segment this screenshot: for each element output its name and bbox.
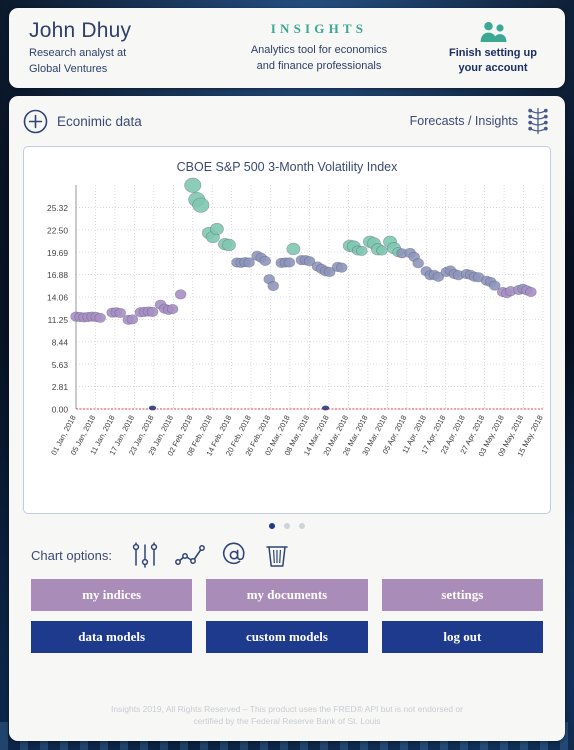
- line-chart-icon[interactable]: [174, 542, 206, 568]
- tagline-line2: and finance professionals: [256, 60, 382, 72]
- data-point: [94, 312, 106, 323]
- data-point: [283, 257, 296, 268]
- plot-svg: 0.00 2.81 5.63 8.44 11.25 14.06 16.88 19.69 22.5…: [47, 177, 545, 458]
- log-out-button[interactable]: log out: [381, 621, 543, 653]
- data-point: [184, 177, 202, 193]
- y-axis-tick-label: 16.88: [47, 270, 68, 280]
- forecasts-insights-button[interactable]: Forecasts / Insights: [410, 106, 551, 136]
- user-role: Research analyst at Global Ventures: [29, 46, 209, 78]
- trash-icon[interactable]: [264, 541, 290, 569]
- y-axis-tick-label: 2.81: [52, 382, 69, 392]
- zero-marker: [148, 405, 157, 411]
- data-point: [376, 245, 388, 256]
- data-point: [259, 255, 271, 266]
- data-point: [114, 307, 127, 319]
- navigation-button-grid: my indices my documents settings data mo…: [9, 569, 565, 653]
- custom-models-button[interactable]: custom models: [206, 621, 368, 653]
- data-point: [356, 245, 368, 257]
- brand-tagline: Analytics tool for economics and finance…: [209, 43, 429, 75]
- finish-setup-text: Finish setting up your account: [429, 46, 557, 75]
- y-axis-tick-label: 22.50: [47, 225, 68, 235]
- y-axis-tick-label: 14.06: [47, 293, 68, 303]
- footer-line2: certified by the Federal Reserve Bank of…: [193, 716, 381, 727]
- user-name: John Dhuy: [29, 18, 132, 42]
- footer-line1: Insights 2019, All Rights Reserved – Thi…: [111, 703, 463, 714]
- sliders-icon[interactable]: [132, 541, 158, 569]
- y-axis-tick-label: 8.44: [52, 337, 69, 347]
- data-point: [209, 222, 224, 236]
- tagline-line1: Analytics tool for economics: [250, 44, 388, 57]
- finish-line1: Finish setting up: [449, 47, 537, 60]
- decision-tree-icon: [528, 108, 548, 134]
- finish-line2: your account: [458, 61, 528, 74]
- users-icon: [480, 22, 507, 43]
- y-axis-tick-label: 5.63: [52, 360, 69, 370]
- settings-button[interactable]: settings: [381, 579, 543, 611]
- y-axis-tick-label: 25.32: [47, 203, 68, 213]
- data-point: [243, 257, 255, 268]
- main-card: Econimic data Forecasts / Insights CBOE …: [9, 96, 565, 741]
- user-info: John Dhuy Research analyst at Global Ven…: [9, 19, 209, 78]
- data-point: [525, 286, 537, 298]
- footer-disclaimer: Insights 2019, All Rights Reserved – Thi…: [9, 703, 565, 742]
- data-models-button[interactable]: data models: [31, 621, 193, 653]
- user-role-line2: Global Ventures: [29, 62, 108, 75]
- my-indices-button[interactable]: my indices: [31, 579, 193, 611]
- data-point: [267, 280, 280, 292]
- chart-toolbar: Econimic data Forecasts / Insights: [9, 96, 565, 146]
- chart-title: CBOE S&P 500 3-Month Volatility Index: [176, 160, 398, 174]
- economic-data-label: Econimic data: [57, 113, 142, 129]
- y-axis-tick-label: 11.25: [48, 315, 69, 325]
- header-card: John Dhuy Research analyst at Global Ven…: [9, 8, 565, 88]
- chart-options-label: Chart options:: [31, 547, 112, 563]
- brand-title: INSIGHTS: [270, 21, 368, 37]
- chart-options-bar: Chart options:: [9, 529, 565, 569]
- chart-panel[interactable]: CBOE S&P 500 3-Month Volatility Index 0.…: [23, 146, 551, 514]
- at-sign-icon[interactable]: [222, 542, 248, 568]
- my-documents-button[interactable]: my documents: [206, 579, 368, 611]
- forecasts-insights-label: Forecasts / Insights: [409, 114, 518, 128]
- brand-block: INSIGHTS Analytics tool for economics an…: [209, 21, 429, 75]
- data-point: [146, 306, 159, 317]
- data-point: [335, 262, 348, 273]
- y-axis-tick-label: 0.00: [52, 405, 69, 415]
- data-point: [126, 314, 139, 325]
- data-point: [174, 289, 187, 300]
- data-point: [166, 303, 179, 315]
- add-economic-data-button[interactable]: Econimic data: [23, 109, 142, 134]
- y-axis-tick-label: 19.69: [47, 248, 68, 258]
- finish-setup-button[interactable]: Finish setting up your account: [429, 21, 565, 75]
- data-point: [192, 197, 210, 213]
- data-point: [412, 258, 424, 269]
- zero-marker: [322, 405, 330, 411]
- scatter-plot[interactable]: 0.00 2.81 5.63 8.44 11.25 14.06 16.88 19.69 22.5…: [24, 177, 550, 513]
- data-point: [222, 238, 236, 252]
- data-point: [286, 242, 301, 256]
- plus-circle-icon: [23, 109, 48, 133]
- user-role-line1: Research analyst at: [29, 46, 127, 59]
